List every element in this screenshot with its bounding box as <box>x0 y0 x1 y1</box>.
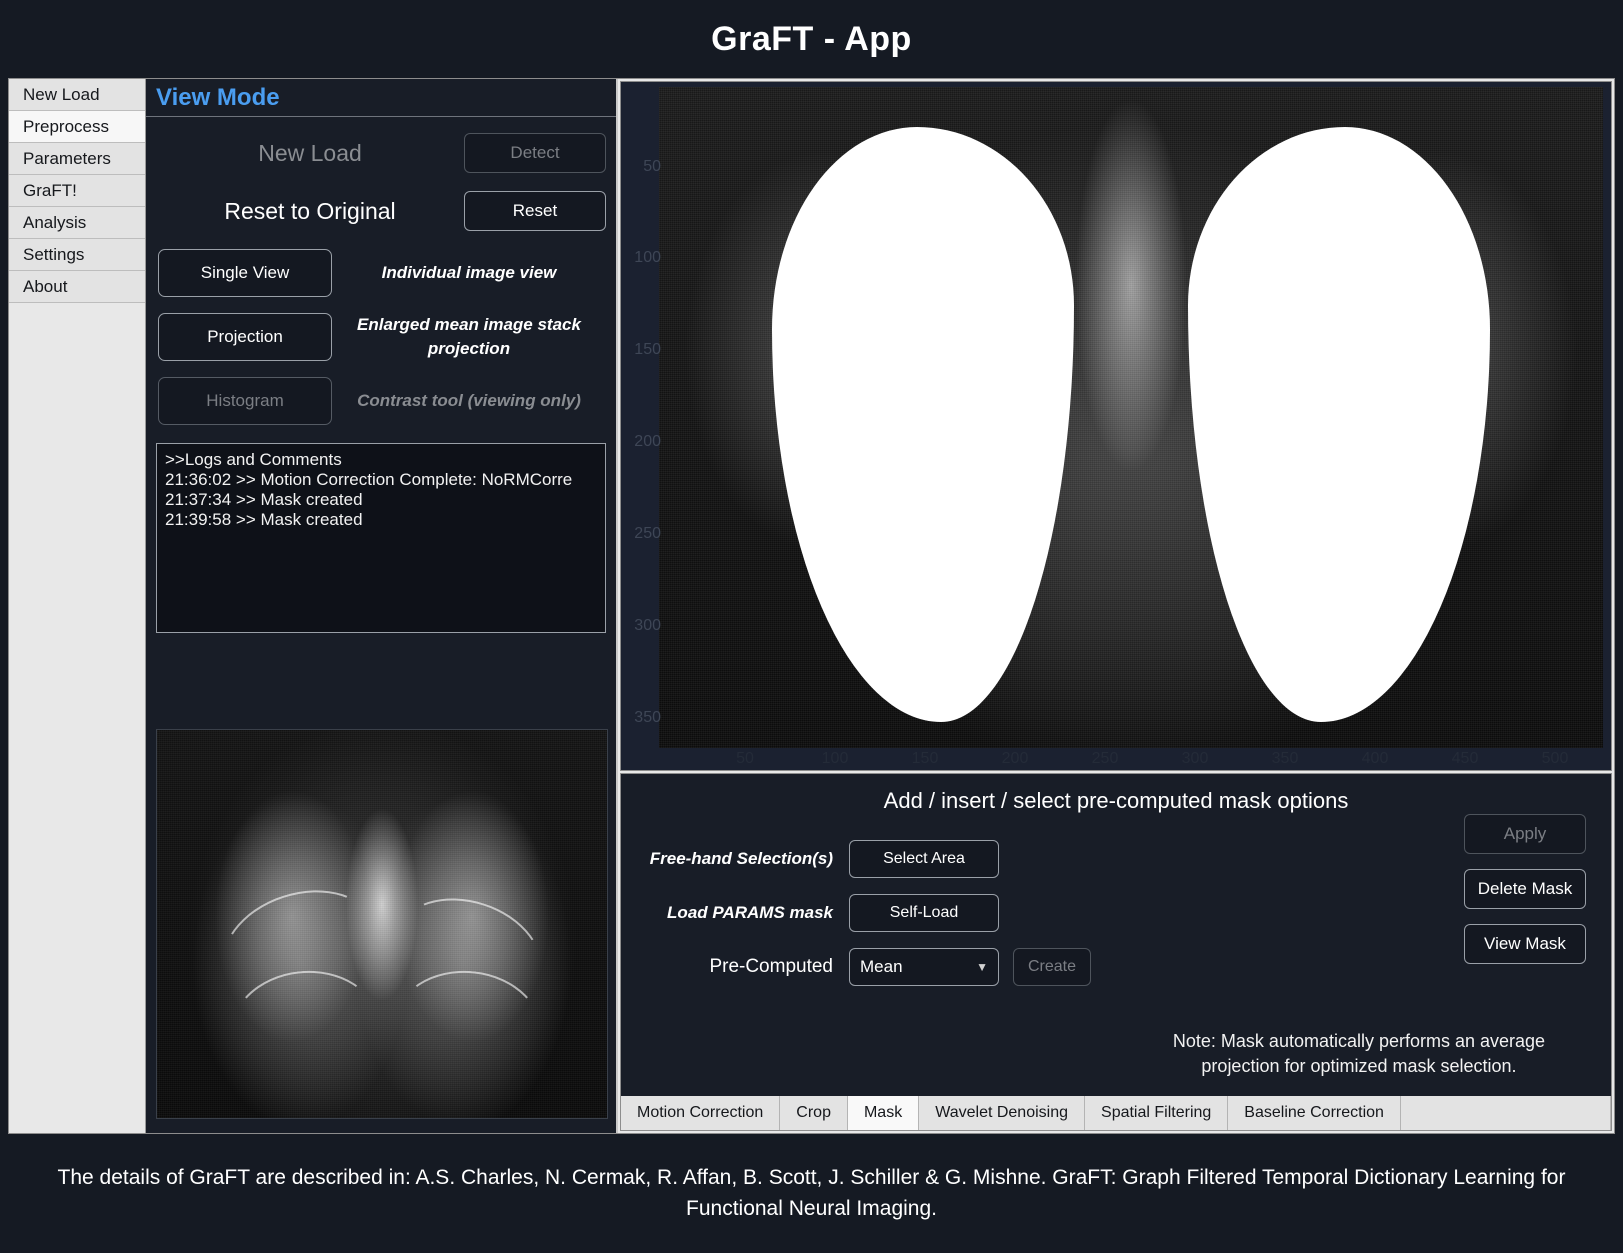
mask-controls: Free-hand Selection(s) Select Area Load … <box>621 840 1611 986</box>
x-axis-tick: 300 <box>1181 750 1209 767</box>
thumbnail-noise-overlay <box>157 730 607 1118</box>
pre-computed-selected-value: Mean <box>860 957 903 976</box>
reset-button[interactable]: Reset <box>464 191 606 231</box>
x-axis-tick: 450 <box>1451 750 1479 767</box>
log-line: 21:37:34 >> Mask created <box>165 490 363 510</box>
mask-note: Note: Mask automatically performs an ave… <box>1172 1031 1546 1076</box>
y-axis-tick: 50 <box>643 158 661 175</box>
pre-computed-label: Pre-Computed <box>709 956 833 977</box>
x-axis-tick: 50 <box>736 750 754 767</box>
preprocess-tab-strip: Motion Correction Crop Mask Wavelet Deno… <box>621 1096 1611 1130</box>
sidebar-item-analysis[interactable]: Analysis <box>9 207 145 239</box>
logs-and-comments-box[interactable]: >>Logs and Comments 21:36:02 >> Motion C… <box>156 443 606 633</box>
tab-baseline-correction[interactable]: Baseline Correction <box>1228 1096 1401 1130</box>
mask-panel-title: Add / insert / select pre-computed mask … <box>883 788 1349 813</box>
tab-motion-correction[interactable]: Motion Correction <box>621 1096 781 1130</box>
y-axis-tick: 150 <box>634 341 661 358</box>
view-mask-button[interactable]: View Mask <box>1464 924 1586 964</box>
y-axis-tick: 300 <box>634 617 661 634</box>
delete-mask-button[interactable]: Delete Mask <box>1464 869 1586 909</box>
select-area-button[interactable]: Select Area <box>849 840 999 878</box>
reset-row: Reset to Original Reset <box>156 189 606 233</box>
app-window: GraFT - App New Load Preprocess Paramete… <box>0 0 1623 1253</box>
x-axis-tick: 200 <box>1001 750 1029 767</box>
new-load-row: New Load Detect <box>156 131 606 175</box>
tab-spatial-filtering[interactable]: Spatial Filtering <box>1085 1096 1229 1130</box>
projection-button[interactable]: Projection <box>158 313 332 361</box>
single-view-button[interactable]: Single View <box>158 249 332 297</box>
projection-description: Enlarged mean image stack projection <box>357 315 581 358</box>
thumbnail-preview[interactable] <box>156 729 608 1119</box>
main-body: New Load Preprocess Parameters GraFT! An… <box>8 78 1615 1134</box>
new-load-label: New Load <box>258 139 362 166</box>
footer-citation: The details of GraFT are described in: A… <box>57 1166 1566 1220</box>
tab-crop[interactable]: Crop <box>780 1096 848 1130</box>
sidebar-item-about[interactable]: About <box>9 271 145 303</box>
main-image-axes[interactable]: 50 100 150 200 250 300 350 50 100 150 20… <box>620 81 1612 771</box>
projection-row: Projection Enlarged mean image stack pro… <box>156 313 606 361</box>
sidebar: New Load Preprocess Parameters GraFT! An… <box>9 79 146 1133</box>
apply-button[interactable]: Apply <box>1464 814 1586 854</box>
y-axis-tick: 200 <box>634 433 661 450</box>
histogram-description: Contrast tool (viewing only) <box>357 391 581 411</box>
create-button[interactable]: Create <box>1013 948 1091 986</box>
histogram-button[interactable]: Histogram <box>158 377 332 425</box>
view-mode-panel: View Mode New Load Detect Reset to Origi… <box>146 79 618 1133</box>
x-axis-tick: 500 <box>1541 750 1569 767</box>
mask-options-panel: Add / insert / select pre-computed mask … <box>620 773 1612 1131</box>
x-axis-tick: 150 <box>911 750 939 767</box>
sidebar-item-new-load[interactable]: New Load <box>9 79 145 111</box>
sidebar-item-parameters[interactable]: Parameters <box>9 143 145 175</box>
self-load-button[interactable]: Self-Load <box>849 894 999 932</box>
mask-action-buttons: Apply Delete Mask View Mask <box>1464 814 1586 964</box>
tab-wavelet-denoising[interactable]: Wavelet Denoising <box>919 1096 1086 1130</box>
app-title: GraFT - App <box>711 19 912 58</box>
title-bar: GraFT - App <box>0 0 1623 78</box>
x-axis-tick: 100 <box>821 750 849 767</box>
single-view-row: Single View Individual image view <box>156 249 606 297</box>
x-axis-tick: 350 <box>1271 750 1299 767</box>
tab-mask[interactable]: Mask <box>847 1096 920 1130</box>
sidebar-item-graft[interactable]: GraFT! <box>9 175 145 207</box>
chevron-down-icon: ▼ <box>976 960 988 974</box>
y-axis-tick: 100 <box>634 249 661 266</box>
pre-computed-select[interactable]: Mean ▼ <box>849 948 999 986</box>
histogram-row: Histogram Contrast tool (viewing only) <box>156 377 606 425</box>
log-line: 21:39:58 >> Mask created <box>165 510 363 530</box>
x-axis-tick: 250 <box>1091 750 1119 767</box>
load-params-mask-label: Load PARAMS mask <box>667 903 833 922</box>
main-image-plot-area[interactable] <box>659 87 1603 748</box>
sidebar-item-settings[interactable]: Settings <box>9 239 145 271</box>
tab-strip-filler <box>1400 1096 1611 1130</box>
x-axis-tick: 400 <box>1361 750 1389 767</box>
single-view-description: Individual image view <box>381 263 557 283</box>
free-hand-selection-label: Free-hand Selection(s) <box>649 849 833 868</box>
y-axis-tick: 250 <box>634 525 661 542</box>
log-line: >>Logs and Comments <box>165 450 342 469</box>
right-column: 50 100 150 200 250 300 350 50 100 150 20… <box>618 79 1614 1133</box>
view-mode-body: New Load Detect Reset to Original Reset … <box>146 131 616 633</box>
footer: The details of GraFT are described in: A… <box>0 1134 1623 1253</box>
y-axis-tick: 350 <box>634 709 661 726</box>
view-mode-header: View Mode <box>146 79 616 117</box>
log-line: 21:36:02 >> Motion Correction Complete: … <box>165 470 573 490</box>
detect-button[interactable]: Detect <box>464 133 606 173</box>
sidebar-item-preprocess[interactable]: Preprocess <box>9 111 145 143</box>
reset-to-original-label: Reset to Original <box>224 197 396 224</box>
